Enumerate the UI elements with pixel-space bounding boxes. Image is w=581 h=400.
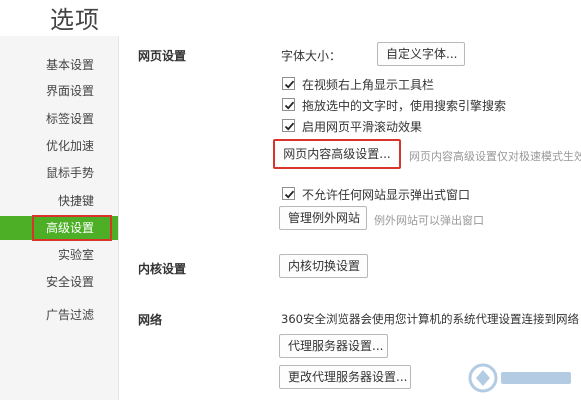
sidebar-item-ad-filter[interactable]: 广告过滤 (0, 303, 118, 327)
sidebar-item-lab[interactable]: 实验室 (0, 243, 118, 267)
change-proxy-settings-button[interactable]: 更改代理服务器设置... (279, 365, 411, 389)
toolbar-checkbox-label: 在视频右上角显示工具栏 (302, 78, 435, 92)
proxy-settings-button[interactable]: 代理服务器设置... (279, 334, 388, 358)
smooth-scroll-checkbox[interactable] (282, 119, 295, 132)
sidebar-item-interface[interactable]: 界面设置 (0, 79, 118, 103)
smooth-scroll-checkbox-label: 启用网页平滑滚动效果 (302, 120, 423, 134)
section-label-network: 网络 (138, 313, 163, 327)
checkmark-icon (284, 190, 295, 199)
block-popups-checkbox[interactable] (282, 187, 295, 200)
sidebar: 基本设置 界面设置 标签设置 优化加速 鼠标手势 快捷键 高级设置 实验室 安全… (0, 36, 119, 400)
manage-exceptions-hint: 例外网站可以弹出窗口 (374, 214, 484, 227)
sidebar-item-shortcuts[interactable]: 快捷键 (0, 189, 118, 213)
section-label-webpage: 网页设置 (138, 49, 187, 63)
toolbar-checkbox[interactable] (282, 77, 295, 90)
watermark-logo-icon (468, 363, 571, 393)
dialog-title: 选项 (50, 6, 100, 34)
sidebar-item-label: 高级设置 (45, 221, 94, 235)
sidebar-item-mouse-gestures[interactable]: 鼠标手势 (0, 161, 118, 185)
block-popups-checkbox-label: 不允许任何网站显示弹出式窗口 (302, 188, 471, 202)
checkmark-icon (284, 80, 295, 89)
checkmark-icon (284, 101, 295, 110)
custom-font-button[interactable]: 自定义字体... (377, 42, 465, 66)
sidebar-item-basic[interactable]: 基本设置 (0, 53, 118, 77)
network-description: 360安全浏览器会使用您计算机的系统代理设置连接到网络 (281, 312, 579, 326)
drag-search-checkbox[interactable] (282, 98, 295, 111)
sidebar-item-tabs[interactable]: 标签设置 (0, 107, 118, 131)
section-label-kernel: 内核设置 (138, 262, 187, 276)
sidebar-item-security[interactable]: 安全设置 (0, 270, 118, 294)
sidebar-item-speedup[interactable]: 优化加速 (0, 134, 118, 158)
drag-search-checkbox-label: 拖放选中的文字时，使用搜索引擎搜索 (302, 99, 507, 113)
checkmark-icon (284, 122, 295, 131)
sidebar-item-advanced[interactable]: 高级设置 (0, 215, 118, 241)
font-size-label: 字体大小： (281, 49, 342, 63)
advanced-content-settings-button[interactable]: 网页内容高级设置... (273, 139, 401, 169)
manage-exceptions-button[interactable]: 管理例外网站 (279, 206, 367, 230)
advanced-content-hint: 网页内容高级设置仅对极速模式生效 (409, 150, 581, 163)
kernel-switch-button[interactable]: 内核切换设置 (279, 254, 368, 278)
